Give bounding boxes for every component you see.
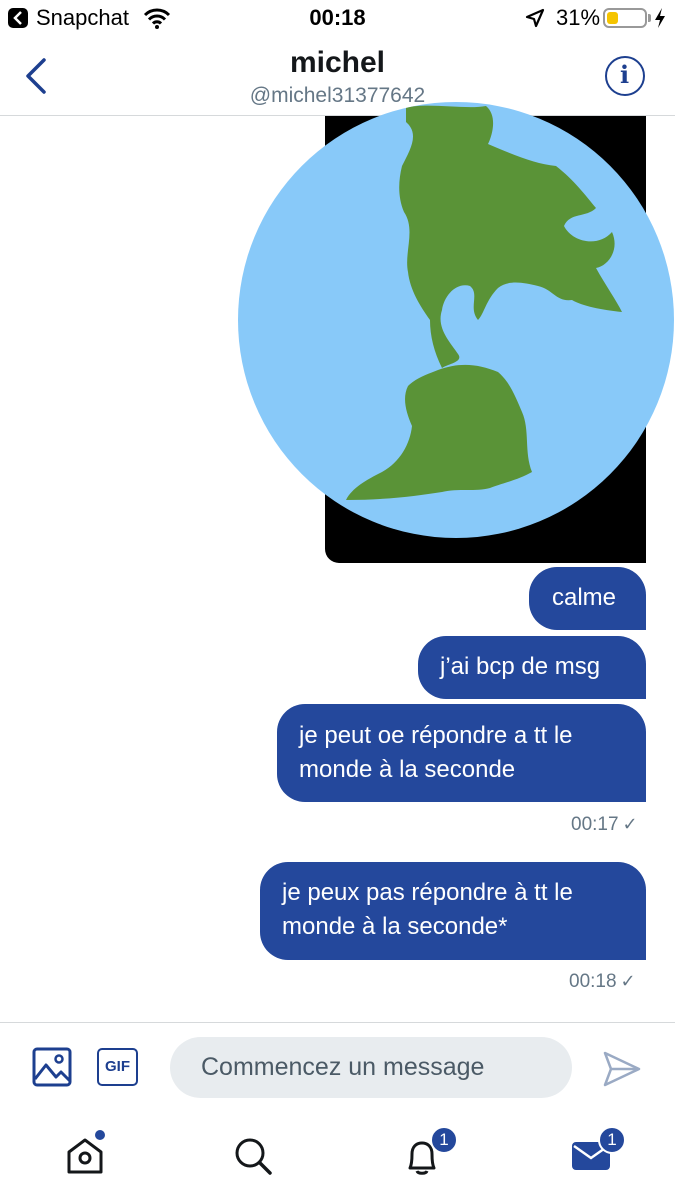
battery-tip: [648, 14, 651, 22]
tab-messages[interactable]: 1: [540, 1112, 640, 1200]
info-glyph: i: [619, 60, 630, 89]
message-bubble[interactable]: calme: [529, 567, 646, 630]
timestamp-text: 00:18: [569, 971, 617, 992]
tab-notifications[interactable]: 1: [372, 1112, 472, 1200]
timestamp-text: 00:17: [571, 814, 619, 835]
message-bubble[interactable]: j’ai bcp de msg: [418, 636, 646, 699]
charging-bolt-icon: [655, 8, 665, 28]
globe-icon: [238, 102, 674, 538]
message-input[interactable]: [170, 1037, 572, 1098]
home-notification-dot: [95, 1130, 105, 1140]
send-icon[interactable]: [602, 1049, 642, 1089]
messages-badge: 1: [598, 1126, 626, 1154]
gif-button[interactable]: GIF: [97, 1048, 138, 1086]
info-icon[interactable]: i: [605, 56, 645, 96]
tab-home[interactable]: [35, 1112, 135, 1200]
message-timestamp: 00:17 ✓: [571, 814, 638, 836]
battery-percent: 31%: [556, 5, 601, 30]
home-icon: [67, 1138, 103, 1174]
message-bubble[interactable]: je peux pas répondre à tt le monde à la …: [260, 862, 646, 960]
battery-level: [607, 12, 618, 24]
status-bar: Snapchat 00:18 31%: [0, 0, 675, 38]
search-icon: [235, 1138, 272, 1175]
image-icon[interactable]: [32, 1047, 72, 1087]
sent-check-icon: ✓: [622, 814, 638, 834]
message-bubble[interactable]: je peut oe répondre a tt le monde à la s…: [277, 704, 646, 802]
location-icon: [525, 8, 545, 28]
message-composer: GIF: [0, 1022, 675, 1112]
battery-icon: [603, 8, 647, 28]
contact-name: michel: [289, 46, 386, 79]
notifications-badge: 1: [430, 1126, 458, 1154]
tab-bar: 1 1: [0, 1112, 675, 1200]
tab-search[interactable]: [203, 1112, 303, 1200]
sent-check-icon: ✓: [620, 971, 636, 991]
message-timestamp: 00:18 ✓: [569, 971, 636, 993]
